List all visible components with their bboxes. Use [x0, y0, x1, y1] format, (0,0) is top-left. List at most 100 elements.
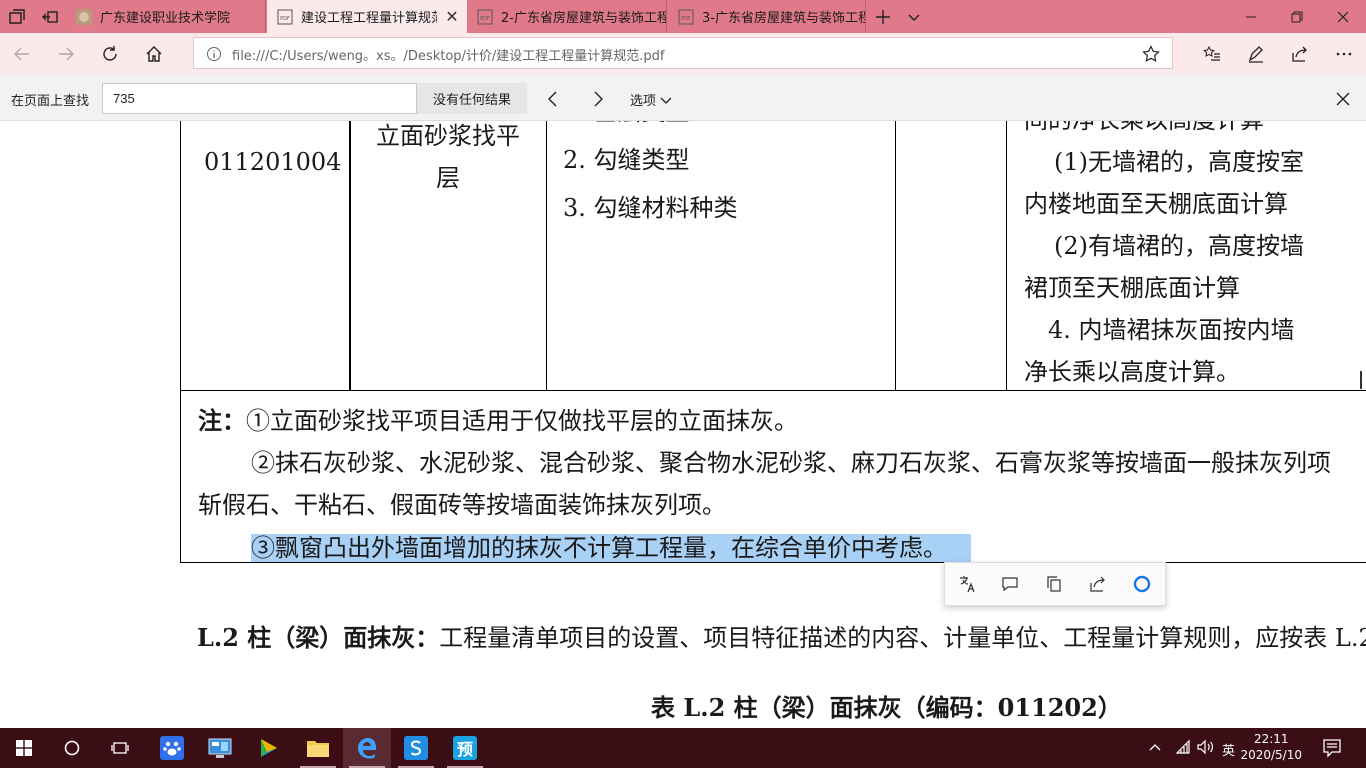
table-border: [895, 121, 896, 391]
s-app-icon: [404, 736, 428, 760]
favorite-star-icon[interactable]: [1142, 45, 1160, 63]
tab-title: 广东建设职业技术学院: [100, 11, 231, 26]
tab-preview-button[interactable]: [898, 0, 930, 33]
minimize-button[interactable]: [1228, 0, 1274, 33]
task-view-button[interactable]: [96, 728, 144, 768]
section-text: 工程量清单项目的设置、项目特征描述的内容、计量单位、工程量计算规则，应按表 L.…: [439, 624, 1366, 652]
home-button[interactable]: [132, 33, 176, 75]
close-window-button[interactable]: [1320, 0, 1366, 33]
task-view-icon: [111, 742, 129, 754]
arrow-left-icon: [14, 47, 29, 61]
tab-spec-pdf[interactable]: PDF 建设工程工程量计算规范 ✕: [267, 0, 467, 33]
cortana-button[interactable]: [1132, 574, 1152, 594]
feature-line: 2. 勾缝类型: [563, 146, 690, 174]
pdf-icon: PDF: [277, 9, 293, 24]
taskbar-file-explorer[interactable]: [294, 728, 342, 768]
cortana-icon: [1133, 575, 1151, 593]
tab-pdf-3[interactable]: PDF 3-广东省房屋建筑与装饰工程: [668, 0, 866, 33]
pdf-icon: PDF: [477, 9, 493, 24]
baidu-paw-icon: [160, 736, 184, 760]
restore-button[interactable]: [1274, 0, 1320, 33]
taskbar-video-player[interactable]: [244, 728, 292, 768]
refresh-icon: [103, 46, 117, 61]
translate-button[interactable]: [958, 575, 976, 593]
note-line-1: 注：①立面砂浆找平项目适用于仅做找平层的立面抹灰。: [198, 401, 798, 436]
share-icon: [1089, 576, 1105, 592]
copy-icon: [1047, 576, 1061, 592]
svg-text:PDF: PDF: [480, 16, 490, 22]
search-button[interactable]: [48, 728, 96, 768]
taskbar-app-s[interactable]: [392, 728, 440, 768]
share-selection-button[interactable]: [1089, 575, 1107, 593]
favorites-list-icon: [1203, 45, 1220, 61]
item-features: 1. 基层类型 2. 勾缝类型 3. 勾缝材料种类: [563, 121, 738, 229]
tab-list-button[interactable]: [0, 0, 33, 33]
windows-icon: [16, 740, 32, 756]
rule-line: 4. 内墙裙抹灰面按内墙: [1048, 316, 1295, 344]
rule-line: 间的净长乘以高度计算: [1024, 121, 1304, 141]
note-prefix: 注：: [198, 406, 246, 435]
item-name-line: 立面砂浆找平: [376, 122, 520, 150]
refresh-button[interactable]: [88, 33, 132, 75]
rule-line: 内楼地面至天棚底面计算: [1024, 190, 1288, 218]
share-button[interactable]: [1278, 33, 1322, 75]
plus-icon: [876, 9, 890, 24]
find-next-button[interactable]: [582, 83, 614, 114]
chevron-left-icon: [548, 91, 557, 106]
table-border: [349, 121, 351, 391]
notes-button[interactable]: [1234, 33, 1278, 75]
section-paragraph: L.2 柱（梁）面抹灰：工程量清单项目的设置、项目特征描述的内容、计量单位、工程…: [197, 618, 1366, 653]
note-line-2: ②抹石灰砂浆、水泥砂浆、混合砂浆、聚合物水泥砂浆、麻刀石灰浆、石膏灰浆等按墙面一…: [251, 449, 1331, 477]
more-button[interactable]: [1322, 33, 1366, 75]
favorites-button[interactable]: [1190, 33, 1234, 75]
tab-list-icon: [8, 8, 25, 24]
navigation-bar: file:///C:/Users/weng。xs。/Desktop/计价/建设工…: [0, 33, 1366, 75]
add-note-button[interactable]: [1001, 575, 1019, 593]
speaker-icon: [1197, 739, 1213, 755]
find-bar: 在页面上查找 没有任何结果 选项: [0, 75, 1366, 121]
tab-pdf-2[interactable]: PDF 2-广东省房屋建筑与装饰工程: [467, 0, 667, 33]
clock[interactable]: 22:11 2020/5/10: [1240, 731, 1302, 763]
volume-button[interactable]: [1197, 739, 1215, 755]
info-icon[interactable]: [206, 46, 222, 62]
pen-icon: [1248, 46, 1263, 63]
translate-icon: [959, 576, 975, 593]
copy-button[interactable]: [1045, 575, 1063, 593]
table-title: 表 L.2 柱（梁）面抹灰（编码：011202）: [651, 693, 1122, 722]
find-previous-button[interactable]: [537, 83, 569, 114]
new-tab-button[interactable]: [868, 0, 898, 33]
find-input[interactable]: [102, 83, 417, 114]
taskbar-control-panel[interactable]: [196, 728, 244, 768]
feature-line: 1. 基层类型: [563, 121, 738, 133]
find-options-button[interactable]: 选项: [630, 90, 672, 109]
selected-text[interactable]: ③飘窗凸出外墙面增加的抹灰不计算工程量，在综合单价中考虑。: [251, 534, 971, 562]
forward-button[interactable]: [44, 33, 88, 75]
arrow-right-icon: [59, 47, 74, 61]
set-aside-icon: [41, 10, 58, 23]
set-aside-tabs-button[interactable]: [33, 0, 66, 33]
address-bar[interactable]: file:///C:/Users/weng。xs。/Desktop/计价/建设工…: [193, 37, 1173, 69]
back-button[interactable]: [0, 33, 44, 75]
taskbar-baidu[interactable]: [148, 728, 196, 768]
yu-app-label: 预: [456, 740, 473, 759]
close-tab-icon[interactable]: ✕: [437, 7, 467, 26]
selection-toolbar: [944, 562, 1166, 606]
clock-date: 2020/5/10: [1240, 748, 1302, 762]
network-button[interactable]: [1175, 739, 1191, 755]
text-cursor: [1360, 371, 1362, 389]
find-close-button[interactable]: [1326, 83, 1360, 114]
find-label: 在页面上查找: [11, 94, 90, 109]
search-circle-icon: [64, 740, 80, 756]
tab-school[interactable]: 广东建设职业技术学院: [66, 0, 266, 33]
start-button[interactable]: [0, 728, 48, 768]
action-center-button[interactable]: [1322, 738, 1342, 758]
input-method-indicator[interactable]: 英: [1222, 740, 1235, 759]
taskbar-app-yu[interactable]: 预: [441, 728, 489, 768]
rule-line: 净长乘以高度计算。: [1024, 358, 1240, 386]
tab-title: 3-广东省房屋建筑与装饰工程: [702, 11, 865, 26]
tab-bar: 广东建设职业技术学院 PDF 建设工程工程量计算规范 ✕ PDF 2-广东省房屋…: [0, 0, 1366, 33]
svg-text:PDF: PDF: [280, 16, 290, 22]
taskbar-edge[interactable]: [343, 728, 391, 768]
notification-icon: [1323, 739, 1341, 758]
show-hidden-icons-button[interactable]: [1148, 740, 1162, 754]
